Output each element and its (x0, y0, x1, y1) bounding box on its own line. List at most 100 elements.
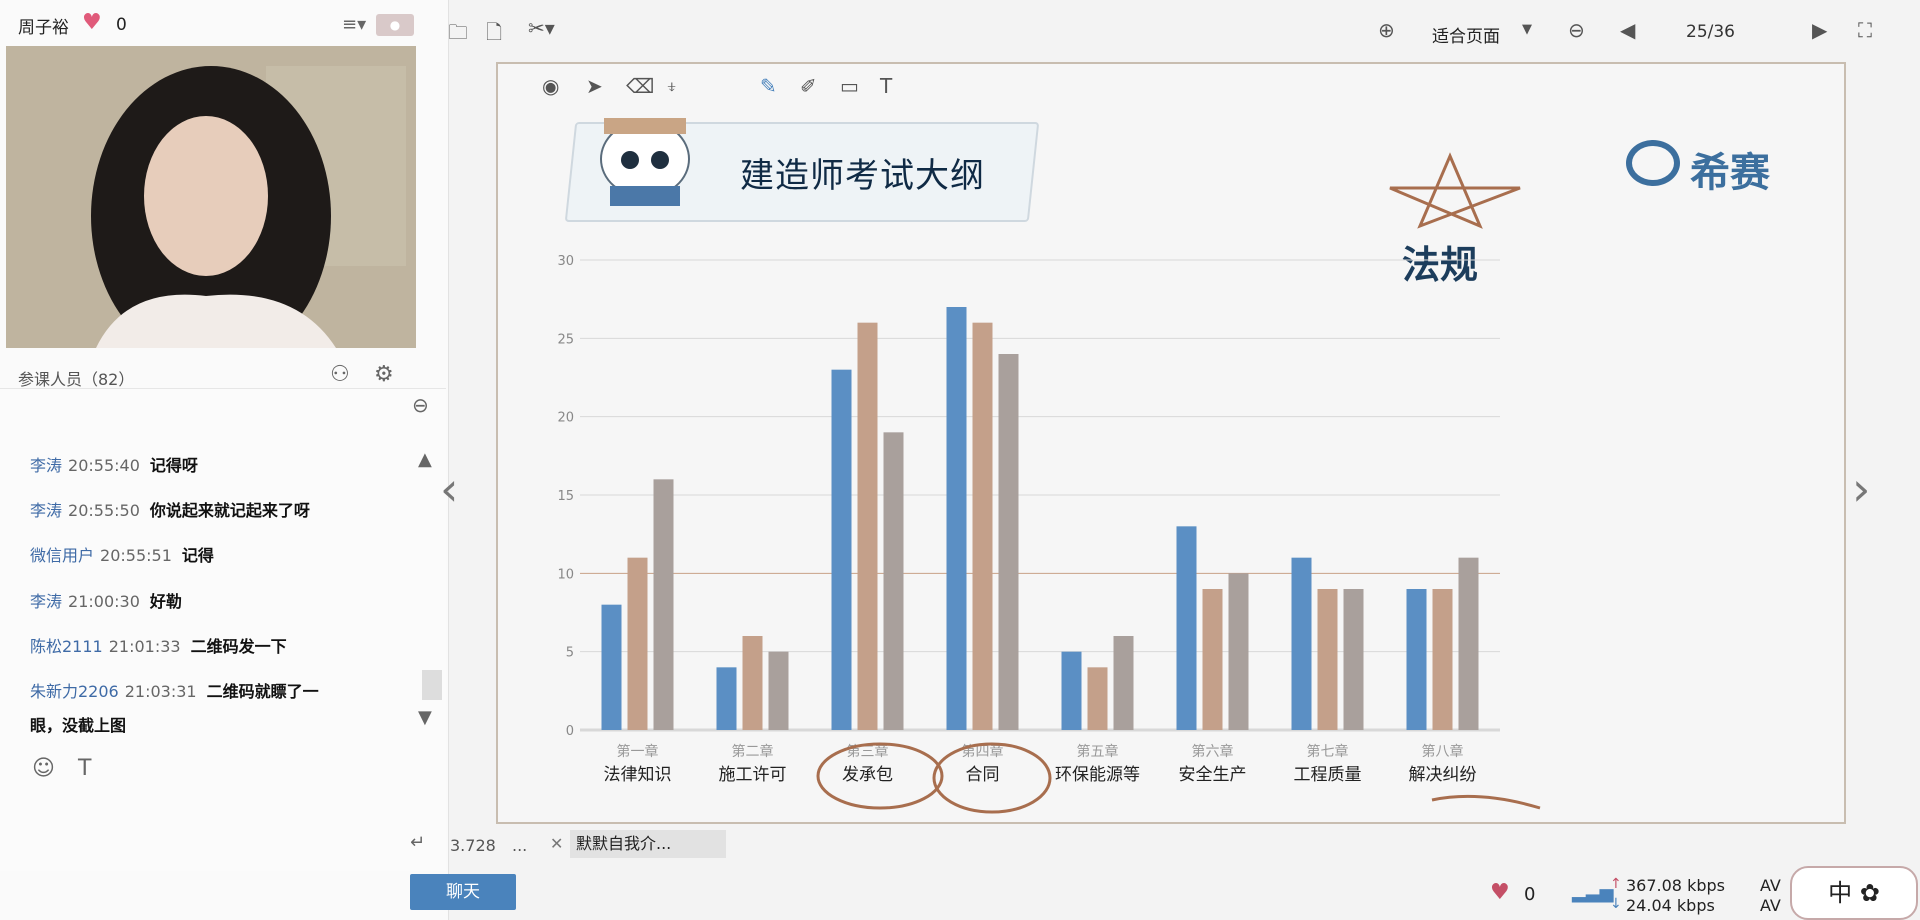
scroll-down-icon[interactable]: ▼ (418, 707, 432, 728)
next-page-icon[interactable]: ▶ (1812, 18, 1827, 42)
cat-mascot (600, 118, 690, 206)
chat-text: 眼，没截上图 (30, 716, 127, 735)
bar (1113, 636, 1134, 730)
x-chapter-label: 第二章 (732, 743, 774, 760)
fullscreen-icon[interactable]: ⛶ (1858, 18, 1872, 42)
chat-text: 二维码发一下 (190, 637, 287, 656)
chat-message: 眼，没截上图 (30, 712, 126, 736)
input-method-indicator[interactable]: 中 ✿ (1790, 866, 1918, 920)
bar (627, 557, 648, 730)
chat-time: 20:55:51 (100, 546, 172, 565)
bar (601, 604, 622, 730)
underline-annotation (1431, 794, 1541, 810)
y-tick-label: 30 (557, 254, 574, 269)
teacher-header: 周子裕 ♥ 0 ≡▾ ● (0, 0, 420, 44)
pen-toolbar: ◉ ➤ ⌫ ⍖ ✎ ✐ ▭ T (530, 70, 950, 106)
cut-icon[interactable]: ✂▾ (528, 16, 555, 40)
chat-author[interactable]: 微信用户 (30, 546, 94, 565)
chat-text: 你说起来就记起来了呀 (149, 501, 310, 520)
brand-name: 希赛 (1690, 150, 1770, 196)
pen-icon[interactable]: ✎ (760, 74, 777, 98)
chat-message: 李涛 21:00:30 好勒 (30, 588, 182, 612)
scroll-up-icon[interactable]: ▲ (418, 449, 432, 470)
next-slide-arrow[interactable]: › (1852, 462, 1870, 516)
text-format-icon[interactable]: T (78, 756, 91, 781)
stat-number: 3.728 (450, 836, 496, 855)
send-icon[interactable]: ↵ (410, 832, 425, 853)
fit-page-select[interactable]: 适合页面 (1432, 22, 1500, 47)
settings-icon[interactable]: ⚙ (374, 362, 394, 387)
y-tick-label: 20 (557, 411, 574, 426)
chat-scrollbar[interactable] (422, 670, 442, 700)
x-chapter-label: 第一章 (617, 743, 659, 760)
chat-message: 李涛 20:55:40 记得呀 (30, 452, 198, 476)
chat-author[interactable]: 朱新力2206 (30, 682, 119, 701)
close-icon[interactable]: ✕ (550, 834, 563, 853)
emoji-icon[interactable]: ☺ (32, 756, 55, 781)
bar (1228, 573, 1249, 730)
open-folder-icon[interactable]: 🗀 (448, 18, 468, 52)
av-label-2: AV (1760, 896, 1781, 915)
download-arrow-icon: ↓ (1610, 896, 1622, 912)
bar (742, 636, 763, 730)
bar (1087, 667, 1108, 730)
y-tick-label: 15 (557, 489, 574, 504)
chat-button[interactable]: 聊天 (410, 874, 516, 910)
list-menu-icon[interactable]: ≡▾ (342, 14, 366, 35)
ink-annotations (816, 742, 1541, 814)
bar (1406, 589, 1427, 730)
brush-icon[interactable]: ⍖ (666, 74, 678, 98)
bar (1458, 557, 1479, 730)
greeting-chip[interactable]: 默默自我介... (570, 830, 726, 858)
new-file-icon[interactable]: 🗋 (486, 18, 502, 52)
bar (1291, 557, 1312, 730)
chat-time: 20:55:50 (68, 501, 140, 520)
zoom-out-icon[interactable]: ⊖ (1568, 18, 1585, 42)
teacher-video (6, 46, 416, 348)
chat-message: 李涛 20:55:50 你说起来就记起来了呀 (30, 497, 310, 521)
text-tool-icon[interactable]: T (880, 74, 892, 98)
x-category-label: 法律知识 (604, 765, 672, 785)
bar (1176, 526, 1197, 730)
record-icon[interactable]: ◉ (542, 74, 559, 98)
prev-slide-arrow[interactable]: ‹ (440, 462, 458, 516)
live-badge: ● (376, 14, 414, 36)
bar (1317, 589, 1338, 730)
chat-author[interactable]: 李涛 (30, 592, 62, 611)
collapse-icon[interactable]: ⊖ (412, 393, 429, 417)
bar (1432, 589, 1453, 730)
heart-icon[interactable]: ♥ (1490, 880, 1510, 905)
av-label-1: AV (1760, 876, 1781, 895)
chat-time: 21:00:30 (68, 592, 140, 611)
chat-time: 20:55:40 (68, 456, 140, 475)
ime-label: 中 (1828, 879, 1853, 907)
bar (1202, 589, 1223, 730)
chat-author[interactable]: 李涛 (30, 456, 62, 475)
bar (1343, 589, 1364, 730)
chat-author[interactable]: 李涛 (30, 501, 62, 520)
chat-text: 记得呀 (149, 456, 198, 475)
rectangle-icon[interactable]: ▭ (840, 74, 859, 98)
bar (716, 667, 737, 730)
upload-speed: 367.08 kbps (1626, 876, 1725, 895)
x-category-label: 施工许可 (719, 765, 787, 785)
heart-icon[interactable]: ♥ (82, 10, 102, 35)
members-label: 参课人员（82） (18, 370, 135, 389)
bar (972, 322, 993, 730)
eraser-icon[interactable]: ⌫ (626, 74, 654, 98)
chat-message: 陈松2111 21:01:33 二维码发一下 (30, 633, 287, 657)
chat-author[interactable]: 陈松2111 (30, 637, 103, 656)
pointer-icon[interactable]: ➤ (586, 74, 603, 98)
bar (1061, 651, 1082, 730)
y-tick-label: 5 (566, 646, 574, 661)
marker-icon[interactable]: ✐ (800, 74, 817, 98)
chevron-down-icon[interactable]: ▼ (1522, 22, 1532, 37)
chat-message: 微信用户 20:55:51 记得 (30, 542, 214, 566)
page-counter: 25/36 (1686, 22, 1735, 42)
slide-title: 建造师考试大纲 (740, 156, 985, 196)
zoom-in-icon[interactable]: ⊕ (1378, 18, 1395, 42)
prev-page-icon[interactable]: ◀ (1620, 18, 1635, 42)
video-figure (6, 46, 416, 348)
chat-text: 记得 (181, 546, 214, 565)
group-icon[interactable]: ⚇ (330, 362, 350, 387)
